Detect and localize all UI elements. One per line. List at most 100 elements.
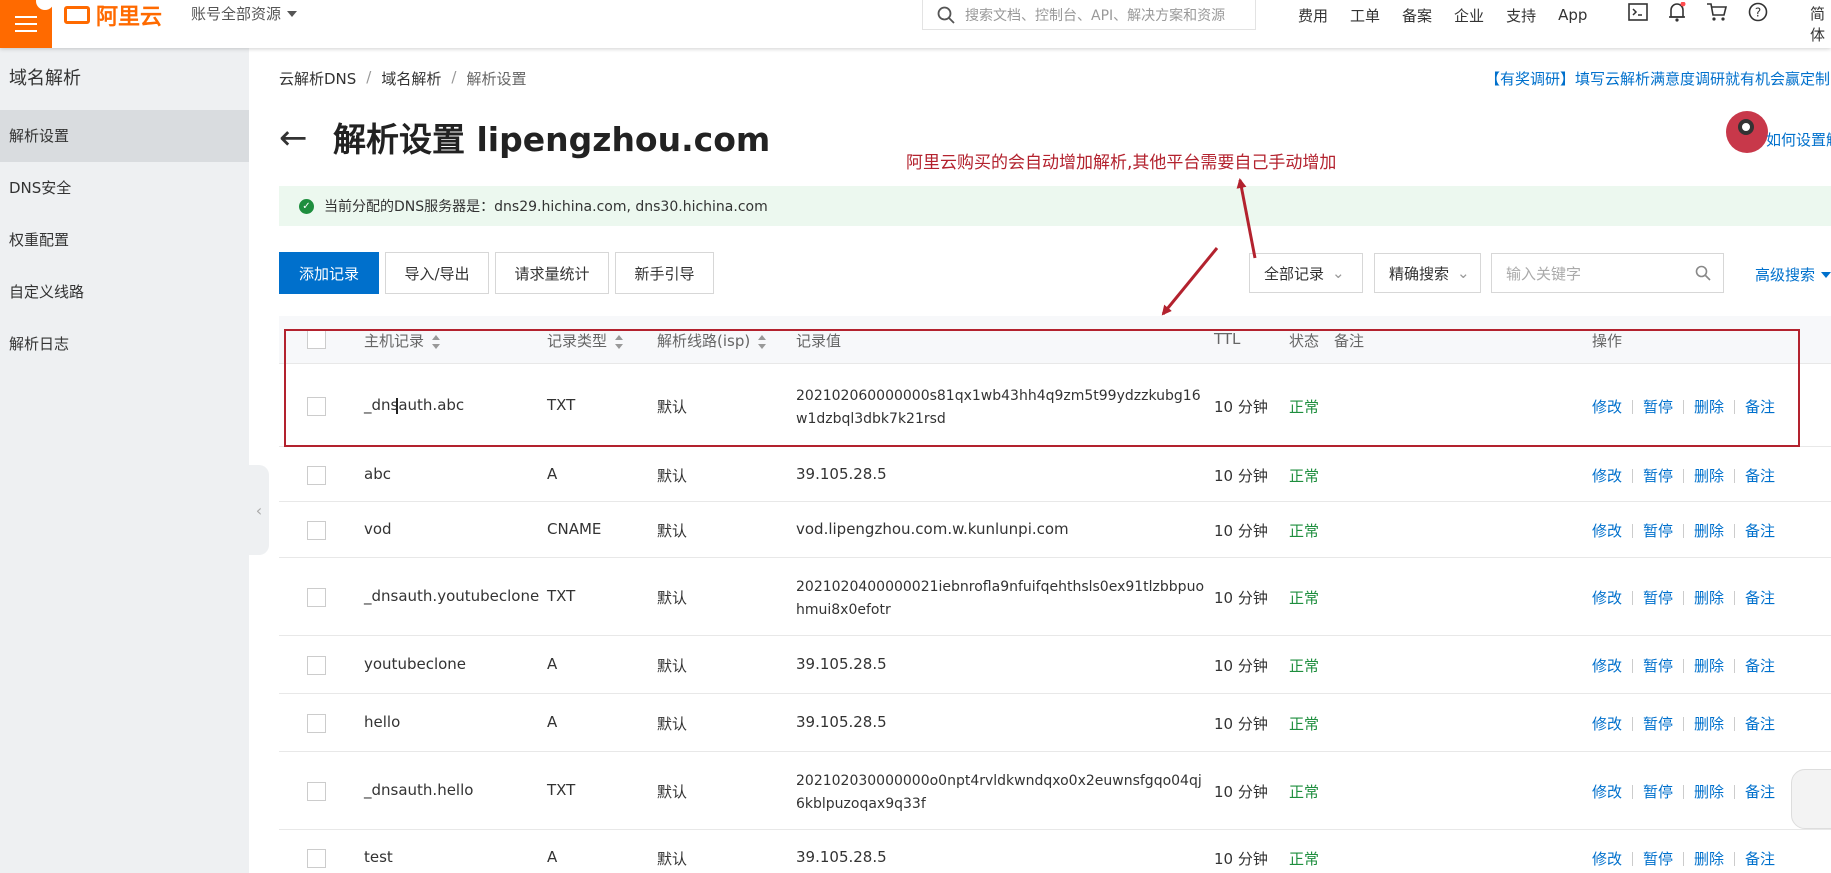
sidebar-item-dns-security[interactable]: DNS安全: [0, 162, 249, 214]
row-value: 39.105.28.5: [796, 713, 887, 731]
row-delete-link[interactable]: 删除: [1694, 396, 1724, 417]
nav-app[interactable]: App: [1558, 6, 1587, 24]
row-edit-link[interactable]: 修改: [1592, 655, 1622, 676]
table-row: vod CNAME 默认 vod.lipengzhou.com.w.kunlunpi.…: [279, 502, 1831, 558]
row-pause-link[interactable]: 暂停: [1643, 465, 1673, 486]
menu-icon[interactable]: [0, 0, 54, 48]
row-pause-link[interactable]: 暂停: [1643, 396, 1673, 417]
row-delete-link[interactable]: 删除: [1694, 781, 1724, 802]
row-edit-link[interactable]: 修改: [1592, 465, 1622, 486]
aliyun-logo[interactable]: 阿里云: [64, 0, 162, 30]
row-type: TXT: [547, 587, 576, 605]
row-host: _dnsauth.youtubeclone: [364, 587, 540, 605]
row-note-link[interactable]: 备注: [1745, 713, 1775, 734]
table-row: hello A 默认 39.105.28.5 10 分钟 正常 修改 暂停 删除 备注: [279, 694, 1831, 752]
row-delete-link[interactable]: 删除: [1694, 587, 1724, 608]
sidebar-item-resolve-settings[interactable]: 解析设置: [0, 110, 249, 162]
ops-separator: [1683, 468, 1685, 483]
nav-fees[interactable]: 费用: [1298, 5, 1328, 26]
search-icon[interactable]: [1695, 265, 1711, 281]
column-type[interactable]: 记录类型: [547, 330, 624, 351]
row-checkbox[interactable]: [307, 782, 326, 801]
import-export-button[interactable]: 导入/导出: [385, 252, 489, 294]
sort-icon[interactable]: [758, 334, 767, 349]
row-delete-link[interactable]: 删除: [1694, 713, 1724, 734]
row-pause-link[interactable]: 暂停: [1643, 713, 1673, 734]
sidebar-item-weight-config[interactable]: 权重配置: [0, 214, 249, 266]
row-ttl: 10 分钟: [1214, 589, 1268, 607]
row-checkbox[interactable]: [307, 588, 326, 607]
row-pause-link[interactable]: 暂停: [1643, 848, 1673, 869]
nav-icp[interactable]: 备案: [1402, 5, 1432, 26]
row-note-link[interactable]: 备注: [1745, 655, 1775, 676]
row-edit-link[interactable]: 修改: [1592, 520, 1622, 541]
account-resources-dropdown[interactable]: 账号全部资源: [191, 3, 298, 24]
help-icon[interactable]: ?: [1748, 2, 1768, 22]
row-pause-link[interactable]: 暂停: [1643, 781, 1673, 802]
row-edit-link[interactable]: 修改: [1592, 848, 1622, 869]
table-row: abc A 默认 39.105.28.5 10 分钟 正常 修改 暂停 删除 备注: [279, 447, 1831, 502]
terminal-icon[interactable]: [1628, 3, 1648, 21]
beginner-guide-button[interactable]: 新手引导: [615, 252, 714, 294]
row-delete-link[interactable]: 删除: [1694, 465, 1724, 486]
row-delete-link[interactable]: 删除: [1694, 655, 1724, 676]
row-checkbox[interactable]: [307, 849, 326, 868]
row-checkbox[interactable]: [307, 466, 326, 485]
sidebar-item-resolve-log[interactable]: 解析日志: [0, 318, 249, 370]
survey-link[interactable]: 【有奖调研】填写云解析满意度调研就有机会赢定制: [1485, 68, 1830, 89]
row-pause-link[interactable]: 暂停: [1643, 655, 1673, 676]
row-pause-link[interactable]: 暂停: [1643, 587, 1673, 608]
search-mode-select[interactable]: 精确搜索 ⌄: [1374, 253, 1481, 293]
column-type-label: 记录类型: [547, 332, 608, 350]
breadcrumb-item[interactable]: 云解析DNS: [279, 68, 356, 89]
ops-separator: [1632, 784, 1634, 799]
advanced-search-toggle[interactable]: 高级搜索: [1755, 264, 1831, 285]
sort-icon[interactable]: [615, 334, 624, 349]
row-status: 正常: [1289, 657, 1320, 675]
row-checkbox[interactable]: [307, 656, 326, 675]
row-edit-link[interactable]: 修改: [1592, 396, 1622, 417]
back-arrow-icon[interactable]: ←: [279, 118, 308, 158]
language-switch[interactable]: 简体: [1810, 3, 1831, 45]
nav-enterprise[interactable]: 企业: [1454, 5, 1484, 26]
row-note-link[interactable]: 备注: [1745, 396, 1775, 417]
nav-support[interactable]: 支持: [1506, 5, 1536, 26]
row-checkbox[interactable]: [307, 397, 326, 416]
sort-icon[interactable]: [432, 334, 441, 349]
record-filter-select[interactable]: 全部记录 ⌄: [1249, 253, 1363, 293]
row-edit-link[interactable]: 修改: [1592, 587, 1622, 608]
row-edit-link[interactable]: 修改: [1592, 781, 1622, 802]
help-link[interactable]: 如何设置解析: [1766, 129, 1831, 150]
bell-icon[interactable]: [1668, 2, 1686, 22]
row-host: hello: [364, 713, 401, 731]
row-note-link[interactable]: 备注: [1745, 781, 1775, 802]
row-ttl: 10 分钟: [1214, 850, 1268, 868]
row-checkbox[interactable]: [307, 714, 326, 733]
row-note-link[interactable]: 备注: [1745, 465, 1775, 486]
global-search-input[interactable]: 搜索文档、控制台、API、解决方案和资源: [922, 0, 1256, 30]
breadcrumb-item[interactable]: 域名解析: [381, 68, 441, 89]
row-line: 默认: [657, 657, 688, 675]
top-icons: ?: [1628, 2, 1768, 22]
row-note-link[interactable]: 备注: [1745, 520, 1775, 541]
chat-widget-icon[interactable]: [1791, 769, 1831, 829]
row-delete-link[interactable]: 删除: [1694, 848, 1724, 869]
row-ttl: 10 分钟: [1214, 783, 1268, 801]
request-stats-button[interactable]: 请求量统计: [495, 252, 609, 294]
row-delete-link[interactable]: 删除: [1694, 520, 1724, 541]
row-edit-link[interactable]: 修改: [1592, 713, 1622, 734]
select-all-checkbox[interactable]: [307, 330, 326, 349]
keyword-search-input[interactable]: 输入关键字: [1491, 253, 1724, 293]
column-line[interactable]: 解析线路(isp): [657, 330, 767, 351]
row-note-link[interactable]: 备注: [1745, 848, 1775, 869]
sidebar-collapse-handle[interactable]: ‹: [249, 465, 269, 555]
nav-tickets[interactable]: 工单: [1350, 5, 1380, 26]
sidebar-item-custom-lines[interactable]: 自定义线路: [0, 266, 249, 318]
row-checkbox[interactable]: [307, 521, 326, 540]
cart-icon[interactable]: [1706, 2, 1728, 22]
add-record-button[interactable]: 添加记录: [279, 252, 379, 294]
column-host[interactable]: 主机记录: [364, 330, 441, 351]
row-note-link[interactable]: 备注: [1745, 587, 1775, 608]
row-line: 默认: [657, 850, 688, 868]
row-pause-link[interactable]: 暂停: [1643, 520, 1673, 541]
